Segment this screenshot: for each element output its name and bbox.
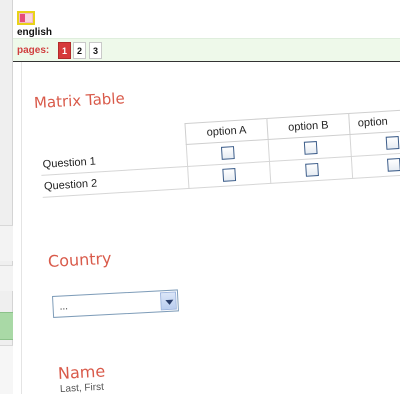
cell-divider (350, 156, 354, 179)
checkbox-q1-option-b[interactable] (303, 141, 318, 155)
checkbox-q1-option-c[interactable] (385, 136, 400, 150)
matrix-table-title: Matrix Table (33, 89, 126, 112)
cell-divider (268, 161, 272, 184)
survey-form: Matrix Table option A option B option Qu… (21, 62, 400, 394)
pages-label: pages: (17, 45, 50, 56)
sidebar-panel (0, 345, 13, 394)
checkbox-q1-option-a[interactable] (220, 146, 235, 160)
cell-divider (187, 166, 190, 189)
checkbox-q2-option-a[interactable] (222, 168, 237, 182)
country-title: Country (47, 248, 112, 271)
cell-divider (349, 134, 352, 157)
sidebar-panel (0, 225, 13, 261)
sidebar-highlight[interactable] (0, 312, 13, 340)
country-select[interactable]: ... (52, 289, 179, 318)
page-3-button[interactable]: 3 (89, 42, 102, 59)
page-2-button[interactable]: 2 (73, 42, 86, 59)
sidebar-panel (0, 265, 13, 291)
checkbox-q2-option-b[interactable] (305, 162, 319, 177)
page-1-button[interactable]: 1 (58, 42, 71, 59)
left-sidebar (0, 0, 13, 394)
chevron-down-icon[interactable] (159, 291, 177, 311)
country-select-value: ... (59, 301, 69, 313)
language-label[interactable]: english (17, 27, 52, 38)
checkbox-q2-option-c[interactable] (387, 157, 400, 172)
cell-divider (267, 139, 270, 162)
cell-divider (185, 144, 189, 167)
row-label: Question 1 (42, 155, 97, 171)
matrix-table: option A option B option Question 1 Ques… (38, 97, 400, 215)
pagination-bar: pages: 1 2 3 (13, 38, 400, 62)
uk-flag-icon[interactable] (17, 11, 35, 25)
column-header: option (348, 108, 400, 136)
name-title: Name (57, 361, 106, 383)
name-sublabel: Last, First (59, 381, 105, 394)
row-label: Question 2 (43, 177, 98, 193)
